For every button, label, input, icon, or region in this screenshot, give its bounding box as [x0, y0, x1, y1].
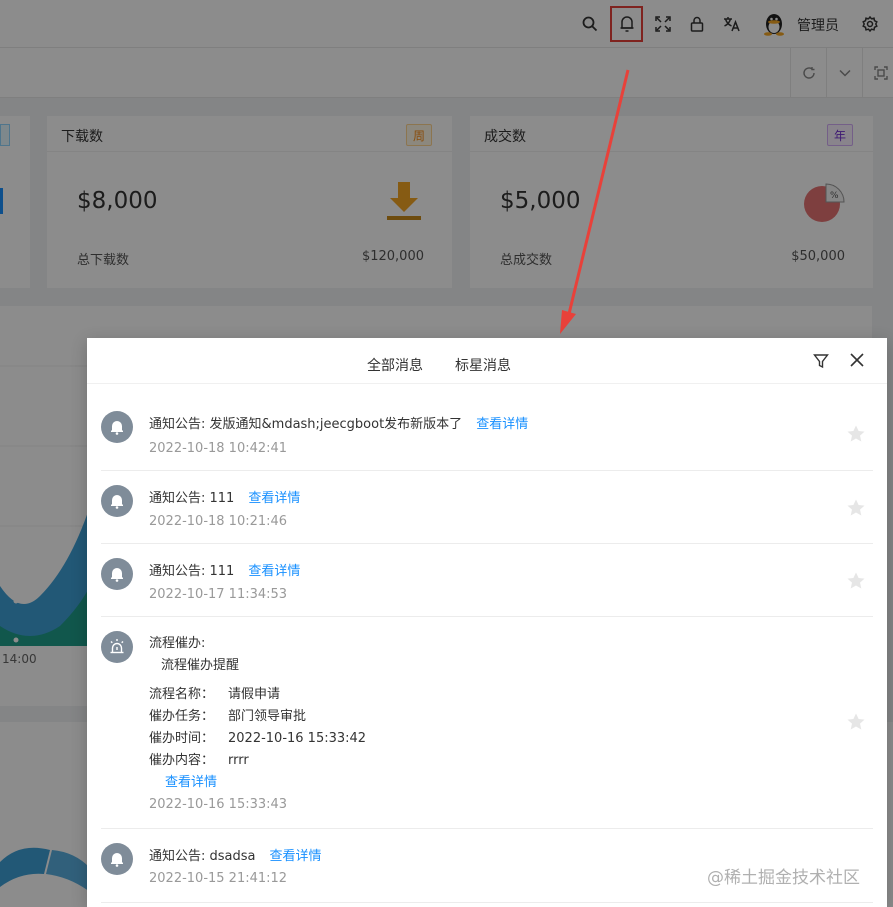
- close-icon[interactable]: [849, 352, 865, 368]
- bell-avatar-icon: [101, 485, 133, 517]
- star-icon[interactable]: [846, 498, 866, 518]
- workflow-field-value: rrrr: [228, 753, 249, 768]
- bell-avatar-icon: [101, 843, 133, 875]
- list-item[interactable]: 通知公告: 发版通知&mdash;jeecgboot发布新版本了 查看详情 202…: [101, 384, 873, 471]
- list-item[interactable]: 通知公告: 111 查看详情 2022-10-17 11:34:53: [101, 544, 873, 617]
- message-title: 通知公告: 发版通知&mdash;jeecgboot发布新版本了: [149, 417, 463, 432]
- filter-icon[interactable]: [813, 353, 829, 369]
- workflow-field-value: 2022-10-16 15:33:42: [228, 731, 367, 746]
- bell-avatar-icon: [101, 558, 133, 590]
- message-title: 通知公告: 111: [149, 491, 235, 506]
- star-icon[interactable]: [846, 712, 866, 732]
- view-details-link[interactable]: 查看详情: [476, 417, 528, 432]
- message-title-row: 通知公告: 发版通知&mdash;jeecgboot发布新版本了 查看详情: [149, 413, 528, 432]
- list-item-workflow[interactable]: 流程催办: 流程催办提醒 流程名称： 请假申请 催办任务： 部门领导审批 催办时间：…: [101, 617, 873, 829]
- message-time: 2022-10-15 21:41:12: [149, 871, 288, 886]
- message-title: 通知公告: dsadsa: [149, 849, 256, 864]
- message-title-row: 通知公告: dsadsa 查看详情: [149, 845, 322, 864]
- alarm-avatar-icon: [101, 631, 133, 663]
- view-details-link[interactable]: 查看详情: [248, 564, 300, 579]
- list-item[interactable]: 通知公告: 111 查看详情 2022-10-18 10:21:46: [101, 471, 873, 544]
- workflow-field-row: 催办时间： 2022-10-16 15:33:42: [149, 727, 366, 746]
- notification-tabs: 全部消息 标星消息: [87, 338, 887, 384]
- view-details-link[interactable]: 查看详情: [248, 491, 300, 506]
- workflow-field-value: 部门领导审批: [228, 709, 307, 724]
- tab-starred-messages[interactable]: 标星消息: [455, 355, 511, 375]
- notification-popup: 全部消息 标星消息 通知公告: 发版通知&mdash;jeecgboot发布新版…: [87, 338, 887, 907]
- workflow-field-key: 催办时间：: [149, 731, 215, 746]
- view-details-link[interactable]: 查看详情: [270, 849, 322, 864]
- workflow-field-row: 催办内容： rrrr: [149, 749, 249, 768]
- tab-all-messages[interactable]: 全部消息: [367, 355, 423, 375]
- workflow-field-value: 请假申请: [228, 687, 281, 702]
- message-time: 2022-10-18 10:42:41: [149, 441, 288, 456]
- star-icon[interactable]: [846, 424, 866, 444]
- workflow-field-key: 催办内容：: [149, 753, 215, 768]
- message-title: 通知公告: 111: [149, 564, 235, 579]
- workflow-field-key: 催办任务：: [149, 709, 215, 724]
- message-title-row: 通知公告: 111 查看详情: [149, 487, 300, 506]
- message-title: 流程催办:: [149, 636, 206, 651]
- view-details-link[interactable]: 查看详情: [165, 771, 217, 790]
- bell-avatar-icon: [101, 411, 133, 443]
- message-time: 2022-10-18 10:21:46: [149, 514, 288, 529]
- workflow-field-key: 流程名称：: [149, 687, 215, 702]
- message-subtitle: 流程催办提醒: [161, 658, 240, 673]
- workflow-field-row: 流程名称： 请假申请: [149, 683, 280, 702]
- message-title-row: 通知公告: 111 查看详情: [149, 560, 300, 579]
- star-icon[interactable]: [846, 571, 866, 591]
- message-time: 2022-10-17 11:34:53: [149, 587, 288, 602]
- watermark: @稀土掘金技术社区: [707, 868, 860, 888]
- message-time: 2022-10-16 15:33:43: [149, 797, 288, 812]
- workflow-field-row: 催办任务： 部门领导审批: [149, 705, 306, 724]
